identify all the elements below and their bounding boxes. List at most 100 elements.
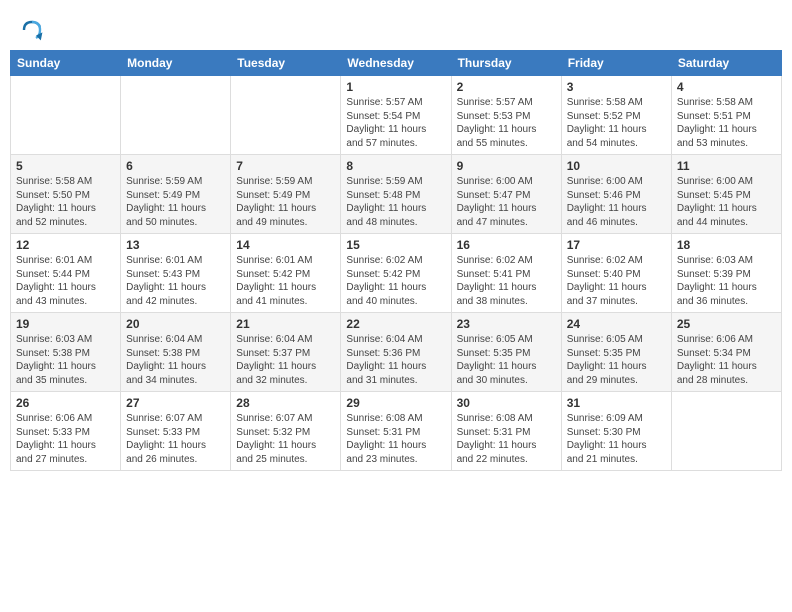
calendar-cell: 31 Sunrise: 6:09 AM Sunset: 5:30 PM Dayli… [561,392,671,471]
calendar-cell: 17 Sunrise: 6:02 AM Sunset: 5:40 PM Dayli… [561,234,671,313]
weekday-header-friday: Friday [561,51,671,76]
calendar-cell: 29 Sunrise: 6:08 AM Sunset: 5:31 PM Dayli… [341,392,451,471]
day-info: Sunrise: 5:59 AM Sunset: 5:49 PM Dayligh… [236,175,335,229]
calendar-cell: 18 Sunrise: 6:03 AM Sunset: 5:39 PM Dayli… [671,234,781,313]
day-info: Sunrise: 6:07 AM Sunset: 5:32 PM Dayligh… [236,412,335,466]
calendar-cell: 25 Sunrise: 6:06 AM Sunset: 5:34 PM Dayli… [671,313,781,392]
day-number: 31 [567,396,666,410]
day-info: Sunrise: 6:04 AM Sunset: 5:38 PM Dayligh… [126,333,225,387]
day-number: 10 [567,159,666,173]
calendar-week-row: 1 Sunrise: 5:57 AM Sunset: 5:54 PM Daylig… [11,76,782,155]
day-number: 27 [126,396,225,410]
calendar-cell: 16 Sunrise: 6:02 AM Sunset: 5:41 PM Dayli… [451,234,561,313]
calendar-cell: 27Sunrise: 6:07 AM Sunset: 5:33 PM Dayli… [121,392,231,471]
calendar-cell [231,76,341,155]
day-number: 8 [346,159,445,173]
calendar-cell: 12Sunrise: 6:01 AM Sunset: 5:44 PM Dayli… [11,234,121,313]
day-number: 16 [457,238,556,252]
day-number: 20 [126,317,225,331]
page-header [10,10,782,44]
day-info: Sunrise: 6:04 AM Sunset: 5:36 PM Dayligh… [346,333,445,387]
calendar-cell: 11Sunrise: 6:00 AM Sunset: 5:45 PM Dayli… [671,155,781,234]
calendar-cell: 4 Sunrise: 5:58 AM Sunset: 5:51 PM Daylig… [671,76,781,155]
calendar-table: SundayMondayTuesdayWednesdayThursdayFrid… [10,50,782,471]
day-number: 25 [677,317,776,331]
calendar-cell: 7 Sunrise: 5:59 AM Sunset: 5:49 PM Daylig… [231,155,341,234]
calendar-cell: 13 Sunrise: 6:01 AM Sunset: 5:43 PM Dayli… [121,234,231,313]
weekday-header-sunday: Sunday [11,51,121,76]
day-info: Sunrise: 5:58 AM Sunset: 5:50 PM Dayligh… [16,175,115,229]
calendar-cell: 3 Sunrise: 5:58 AM Sunset: 5:52 PM Daylig… [561,76,671,155]
day-number: 1 [346,80,445,94]
day-number: 28 [236,396,335,410]
day-info: Sunrise: 6:05 AM Sunset: 5:35 PM Dayligh… [567,333,666,387]
day-info: Sunrise: 6:03 AM Sunset: 5:39 PM Dayligh… [677,254,776,308]
day-number: 2 [457,80,556,94]
day-number: 15 [346,238,445,252]
day-info: Sunrise: 5:57 AM Sunset: 5:54 PM Dayligh… [346,96,445,150]
day-number: 6 [126,159,225,173]
weekday-header-monday: Monday [121,51,231,76]
calendar-cell [121,76,231,155]
logo [20,18,48,42]
calendar-cell [671,392,781,471]
calendar-cell: 21Sunrise: 6:04 AM Sunset: 5:37 PM Dayli… [231,313,341,392]
calendar-cell: 10 Sunrise: 6:00 AM Sunset: 5:46 PM Dayli… [561,155,671,234]
day-info: Sunrise: 6:06 AM Sunset: 5:33 PM Dayligh… [16,412,115,466]
calendar-cell: 20 Sunrise: 6:04 AM Sunset: 5:38 PM Dayli… [121,313,231,392]
day-number: 30 [457,396,556,410]
weekday-header-thursday: Thursday [451,51,561,76]
day-number: 17 [567,238,666,252]
day-number: 23 [457,317,556,331]
calendar-week-row: 26Sunrise: 6:06 AM Sunset: 5:33 PM Dayli… [11,392,782,471]
day-info: Sunrise: 5:57 AM Sunset: 5:53 PM Dayligh… [457,96,556,150]
day-info: Sunrise: 6:08 AM Sunset: 5:31 PM Dayligh… [346,412,445,466]
weekday-header-tuesday: Tuesday [231,51,341,76]
day-number: 9 [457,159,556,173]
day-number: 14 [236,238,335,252]
calendar-cell: 6 Sunrise: 5:59 AM Sunset: 5:49 PM Daylig… [121,155,231,234]
calendar-cell: 9 Sunrise: 6:00 AM Sunset: 5:47 PM Daylig… [451,155,561,234]
day-info: Sunrise: 6:04 AM Sunset: 5:37 PM Dayligh… [236,333,335,387]
calendar-week-row: 5Sunrise: 5:58 AM Sunset: 5:50 PM Daylig… [11,155,782,234]
logo-icon [20,18,44,42]
calendar-cell: 23 Sunrise: 6:05 AM Sunset: 5:35 PM Dayli… [451,313,561,392]
day-info: Sunrise: 6:00 AM Sunset: 5:45 PM Dayligh… [677,175,776,229]
day-info: Sunrise: 6:09 AM Sunset: 5:30 PM Dayligh… [567,412,666,466]
day-info: Sunrise: 6:01 AM Sunset: 5:42 PM Dayligh… [236,254,335,308]
day-info: Sunrise: 5:59 AM Sunset: 5:48 PM Dayligh… [346,175,445,229]
day-info: Sunrise: 5:58 AM Sunset: 5:51 PM Dayligh… [677,96,776,150]
day-info: Sunrise: 6:01 AM Sunset: 5:43 PM Dayligh… [126,254,225,308]
calendar-cell: 2 Sunrise: 5:57 AM Sunset: 5:53 PM Daylig… [451,76,561,155]
day-number: 29 [346,396,445,410]
day-info: Sunrise: 5:59 AM Sunset: 5:49 PM Dayligh… [126,175,225,229]
day-number: 19 [16,317,115,331]
weekday-header-row: SundayMondayTuesdayWednesdayThursdayFrid… [11,51,782,76]
calendar-cell: 5Sunrise: 5:58 AM Sunset: 5:50 PM Daylig… [11,155,121,234]
day-info: Sunrise: 6:00 AM Sunset: 5:47 PM Dayligh… [457,175,556,229]
day-number: 18 [677,238,776,252]
day-info: Sunrise: 6:02 AM Sunset: 5:40 PM Dayligh… [567,254,666,308]
calendar-cell: 22 Sunrise: 6:04 AM Sunset: 5:36 PM Dayli… [341,313,451,392]
calendar-cell: 28 Sunrise: 6:07 AM Sunset: 5:32 PM Dayli… [231,392,341,471]
day-info: Sunrise: 6:00 AM Sunset: 5:46 PM Dayligh… [567,175,666,229]
calendar-week-row: 12Sunrise: 6:01 AM Sunset: 5:44 PM Dayli… [11,234,782,313]
calendar-cell [11,76,121,155]
day-number: 24 [567,317,666,331]
calendar-cell: 24 Sunrise: 6:05 AM Sunset: 5:35 PM Dayli… [561,313,671,392]
calendar-cell: 1 Sunrise: 5:57 AM Sunset: 5:54 PM Daylig… [341,76,451,155]
day-number: 22 [346,317,445,331]
day-info: Sunrise: 6:05 AM Sunset: 5:35 PM Dayligh… [457,333,556,387]
calendar-cell: 19Sunrise: 6:03 AM Sunset: 5:38 PM Dayli… [11,313,121,392]
weekday-header-saturday: Saturday [671,51,781,76]
day-number: 13 [126,238,225,252]
day-number: 4 [677,80,776,94]
day-info: Sunrise: 6:02 AM Sunset: 5:41 PM Dayligh… [457,254,556,308]
day-info: Sunrise: 6:06 AM Sunset: 5:34 PM Dayligh… [677,333,776,387]
day-info: Sunrise: 6:01 AM Sunset: 5:44 PM Dayligh… [16,254,115,308]
day-number: 7 [236,159,335,173]
day-info: Sunrise: 6:08 AM Sunset: 5:31 PM Dayligh… [457,412,556,466]
day-info: Sunrise: 6:02 AM Sunset: 5:42 PM Dayligh… [346,254,445,308]
day-info: Sunrise: 5:58 AM Sunset: 5:52 PM Dayligh… [567,96,666,150]
day-number: 3 [567,80,666,94]
